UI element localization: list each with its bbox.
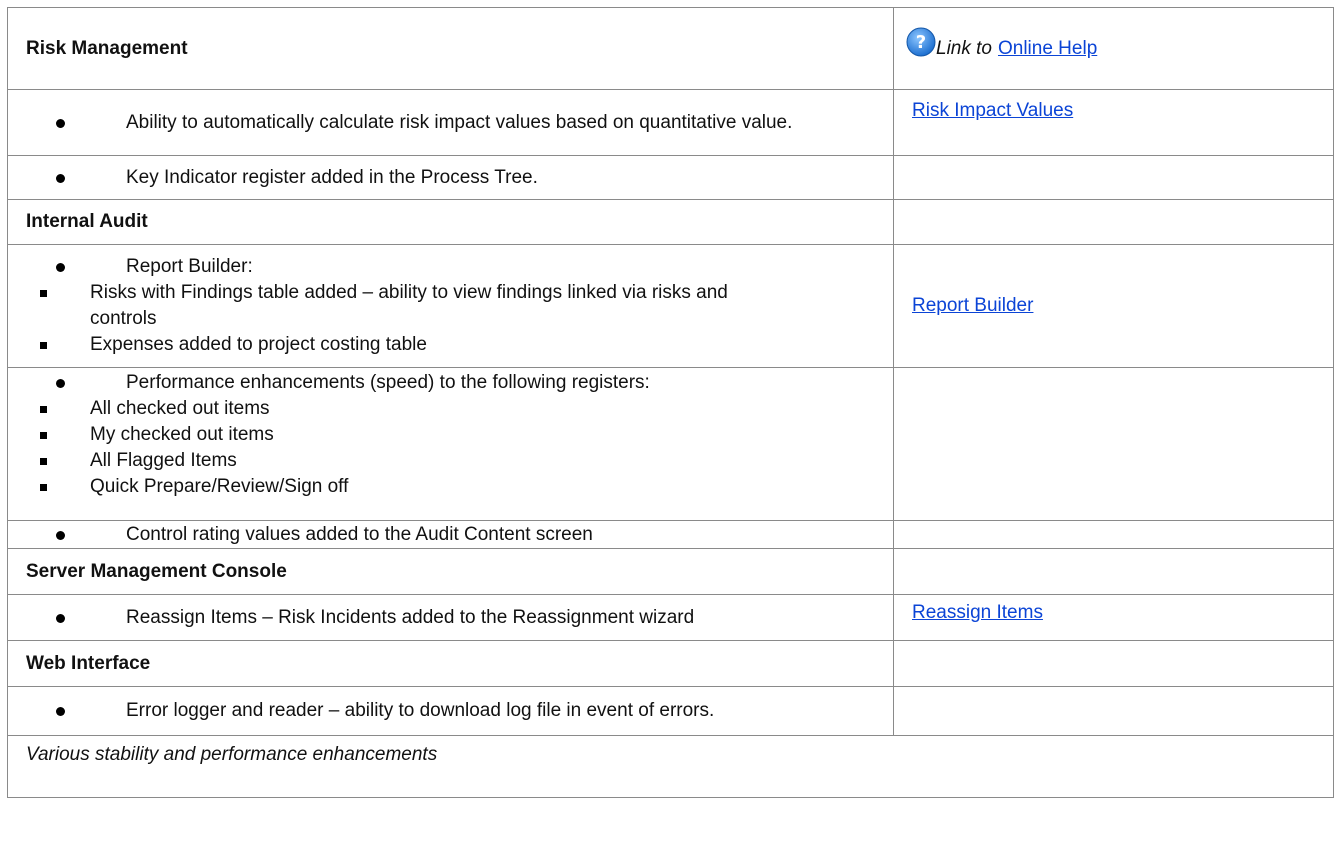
list-item: Key Indicator register added in the Proc… (26, 165, 875, 191)
error-logger-text: Error logger and reader – ability to dow… (126, 700, 715, 721)
bullet-icon (56, 707, 65, 716)
section-row-web-interface: Web Interface (7, 640, 1334, 687)
reassign-text: Reassign Items – Risk Incidents added to… (126, 606, 695, 628)
square-bullet-icon (40, 342, 47, 349)
bullet-icon (56, 379, 65, 388)
square-bullet-icon (40, 290, 47, 297)
bullet-icon (56, 173, 65, 183)
section-row-internal-audit: Internal Audit (7, 199, 1334, 245)
svg-text:?: ? (916, 32, 926, 53)
report-builder-text: Report Builder: (126, 256, 253, 277)
risk-impact-text: Ability to automatically calculate risk … (126, 111, 793, 133)
list-item: Performance enhancements (speed) to the … (26, 370, 875, 396)
sub-list-item: My checked out items (26, 422, 875, 448)
table-row: Report Builder: Risks with Findings tabl… (7, 244, 1334, 368)
square-bullet-icon (40, 406, 47, 413)
section-row-server-management: Server Management Console (7, 548, 1334, 595)
table-row: Performance enhancements (speed) to the … (7, 367, 1334, 521)
release-notes-table: Risk Management ? Link to Online Help Ab… (7, 7, 1334, 798)
online-help: ? Link to Online Help (906, 27, 1315, 62)
section-title-server-management: Server Management Console (7, 548, 894, 595)
list-item: Control rating values added to the Audit… (26, 522, 875, 548)
reassign-items-link[interactable]: Reassign Items (912, 602, 1043, 623)
section-title-risk-management: Risk Management (7, 7, 894, 90)
register-item: All checked out items (90, 398, 270, 419)
sub-list-item: Expenses added to project costing table (26, 332, 875, 358)
table-row: Key Indicator register added in the Proc… (7, 155, 1334, 200)
register-item: All Flagged Items (90, 450, 237, 471)
list-item: Report Builder: (26, 254, 875, 280)
square-bullet-icon (40, 484, 47, 491)
section-row-risk-management: Risk Management ? Link to Online Help (7, 7, 1334, 90)
performance-text: Performance enhancements (speed) to the … (126, 372, 650, 393)
online-help-link[interactable]: Online Help (998, 36, 1097, 62)
footer-row: Various stability and performance enhanc… (7, 735, 1334, 798)
bullet-icon (56, 263, 65, 272)
table-row: Reassign Items – Risk Incidents added to… (7, 594, 1334, 641)
list-item: Reassign Items – Risk Incidents added to… (26, 605, 875, 631)
risk-impact-values-link[interactable]: Risk Impact Values (912, 100, 1073, 121)
report-builder-link[interactable]: Report Builder (912, 295, 1033, 316)
sub-list-item: Risks with Findings table added – abilit… (26, 280, 875, 332)
section-title-internal-audit: Internal Audit (7, 199, 894, 245)
bullet-icon (56, 530, 65, 540)
sub-list-item: All checked out items (26, 396, 875, 422)
expenses-text: Expenses added to project costing table (90, 334, 427, 355)
footer-note: Various stability and performance enhanc… (7, 735, 1334, 798)
section-title-web-interface: Web Interface (7, 640, 894, 687)
key-indicator-text: Key Indicator register added in the Proc… (126, 166, 538, 188)
list-item: Error logger and reader – ability to dow… (26, 698, 875, 724)
list-item: Ability to automatically calculate risk … (26, 110, 875, 136)
table-row: Error logger and reader – ability to dow… (7, 686, 1334, 736)
link-prefix: Link to (936, 37, 992, 59)
table-row: Ability to automatically calculate risk … (7, 89, 1334, 156)
sub-list-item: Quick Prepare/Review/Sign off (26, 474, 875, 500)
square-bullet-icon (40, 432, 47, 439)
register-item: Quick Prepare/Review/Sign off (90, 476, 349, 497)
bullet-icon (56, 613, 65, 623)
bullet-icon (56, 118, 65, 128)
online-help-cell: ? Link to Online Help (893, 7, 1334, 90)
table-row: Control rating values added to the Audit… (7, 520, 1334, 549)
question-circle-icon: ? (906, 27, 936, 56)
register-item: My checked out items (90, 424, 274, 445)
sub-list-item: All Flagged Items (26, 448, 875, 474)
risks-findings-text: Risks with Findings table added – abilit… (90, 282, 728, 329)
square-bullet-icon (40, 458, 47, 465)
control-rating-text: Control rating values added to the Audit… (126, 523, 593, 545)
